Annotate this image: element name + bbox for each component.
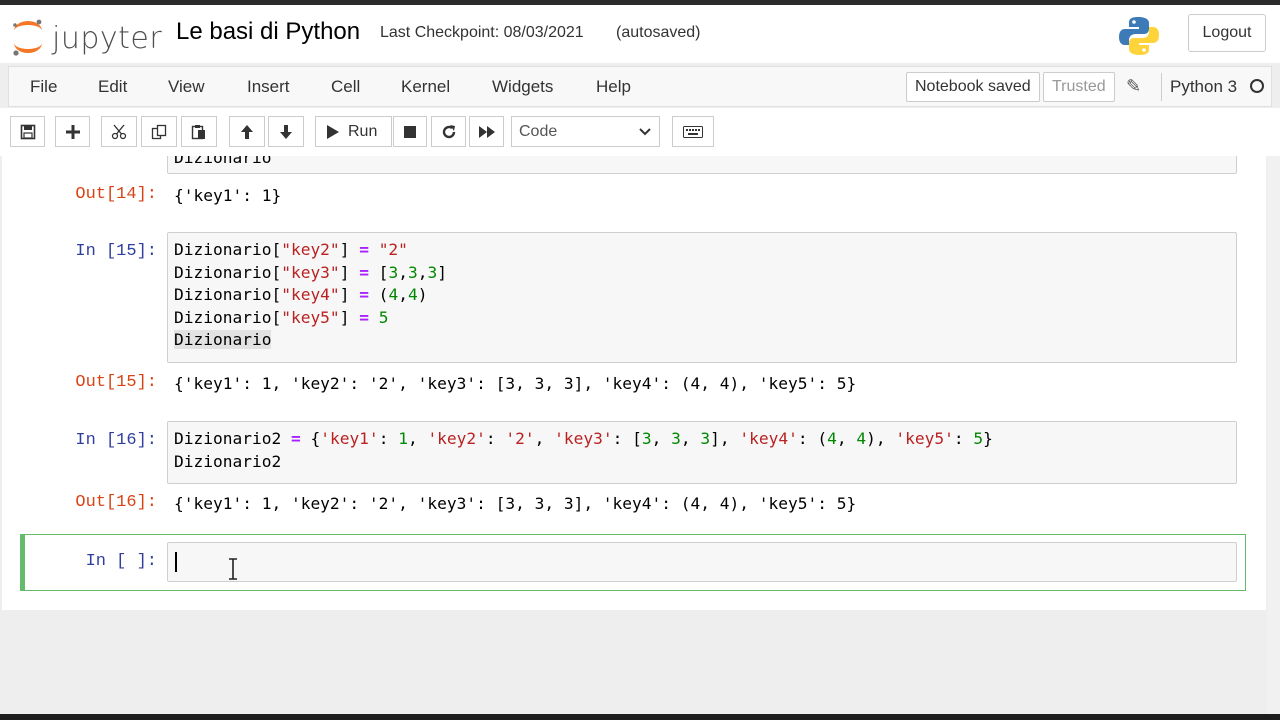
code-cell-16[interactable]: Dizionario2 = {'key1': 1, 'key2': '2', '…	[167, 421, 1237, 484]
menubar-divider	[1161, 73, 1162, 101]
cell-type-select[interactable]: Code	[511, 116, 660, 147]
copy-icon	[151, 124, 167, 139]
code-line: Dizionario["key4"] = (4,4)	[174, 285, 428, 305]
save-button[interactable]	[10, 116, 45, 147]
plus-icon	[65, 124, 80, 139]
bottom-frame-band	[0, 714, 1280, 720]
vertical-scrollbar[interactable]	[1267, 156, 1280, 714]
run-button[interactable]: Run	[315, 116, 392, 147]
code-cell-partial[interactable]: Dizionario	[167, 156, 1237, 174]
empty-code-cell[interactable]	[167, 542, 1237, 582]
chevron-down-icon	[639, 128, 651, 136]
notebook-saved-indicator: Notebook saved	[906, 72, 1040, 102]
menu-help[interactable]: Help	[596, 77, 631, 97]
cell-type-value: Code	[519, 122, 558, 140]
save-icon	[20, 124, 35, 139]
stop-icon	[404, 125, 416, 138]
notebook-page: Dizionario Out[14]: {'key1': 1} In [15]:…	[2, 156, 1266, 610]
restart-icon	[442, 124, 455, 138]
interrupt-kernel-button[interactable]	[393, 116, 427, 147]
notebook-header: jupyter Le basi di Python Last Checkpoin…	[0, 5, 1280, 63]
arrow-up-icon	[241, 124, 253, 139]
output-prompt: Out[15]:	[75, 373, 157, 392]
menu-kernel[interactable]: Kernel	[401, 77, 450, 97]
autosave-status: (autosaved)	[616, 24, 701, 41]
code-cell-15-source: Dizionario["key2"] = "2" Dizionario["key…	[174, 239, 447, 352]
code-line: Dizionario["key5"] = 5	[174, 307, 389, 327]
trusted-indicator[interactable]: Trusted	[1043, 72, 1115, 102]
code-line: Dizionario2 = {'key1': 1, 'key2': '2', '…	[174, 429, 993, 448]
ibeam-cursor-icon	[229, 558, 237, 580]
menu-view[interactable]: View	[168, 77, 205, 97]
input-prompt: In [15]:	[75, 242, 157, 261]
fast-forward-icon	[478, 125, 495, 138]
kernel-idle-indicator-icon	[1250, 79, 1264, 93]
insert-cell-button[interactable]	[55, 116, 90, 147]
menu-edit[interactable]: Edit	[98, 77, 127, 97]
code-cell-16-source: Dizionario2 = {'key1': 1, 'key2': '2', '…	[174, 428, 993, 473]
code-cell-15[interactable]: Dizionario["key2"] = "2" Dizionario["key…	[167, 232, 1237, 363]
paste-icon	[191, 124, 205, 139]
run-button-label: Run	[348, 122, 378, 140]
code-line: Dizionario	[174, 156, 272, 167]
python-logo-icon	[1118, 15, 1160, 57]
restart-kernel-button[interactable]	[431, 116, 466, 147]
paste-button[interactable]	[181, 116, 217, 147]
cell-output-16: {'key1': 1, 'key2': '2', 'key3': [3, 3, …	[174, 494, 857, 513]
cell-output-15: {'key1': 1, 'key2': '2', 'key3': [3, 3, …	[174, 374, 857, 393]
play-icon	[327, 124, 339, 139]
command-palette-button[interactable]	[672, 116, 714, 147]
menu-insert[interactable]: Insert	[247, 77, 290, 97]
logout-button[interactable]: Logout	[1188, 14, 1266, 52]
cut-icon	[111, 124, 127, 139]
last-checkpoint: Last Checkpoint: 08/03/2021	[380, 24, 584, 41]
edit-mode-pencil-icon: ✎	[1126, 76, 1142, 96]
menu-widgets[interactable]: Widgets	[492, 77, 553, 97]
output-prompt: Out[16]:	[75, 493, 157, 512]
restart-run-all-button[interactable]	[469, 116, 504, 147]
jupyter-logo-text: jupyter	[52, 21, 163, 56]
jupyter-logo[interactable]: jupyter	[10, 17, 163, 57]
move-cell-up-button[interactable]	[229, 116, 265, 147]
keyboard-icon	[683, 125, 703, 138]
code-line: Dizionario	[174, 330, 272, 350]
output-prompt: Out[14]:	[75, 185, 157, 204]
text-cursor	[175, 552, 177, 572]
code-line: Dizionario["key2"] = "2"	[174, 240, 408, 259]
input-prompt: In [ ]:	[85, 552, 157, 571]
menu-cell[interactable]: Cell	[331, 77, 360, 97]
notebook-title[interactable]: Le basi di Python	[176, 18, 360, 46]
menubar: File Edit View Insert Cell Kernel Widget…	[8, 66, 1272, 107]
move-cell-down-button[interactable]	[268, 116, 304, 147]
notebook-container[interactable]: Dizionario Out[14]: {'key1': 1} In [15]:…	[0, 156, 1280, 714]
menu-file[interactable]: File	[30, 77, 57, 97]
input-prompt: In [16]:	[75, 431, 157, 450]
code-line: Dizionario2	[174, 451, 282, 471]
jupyter-logo-icon	[13, 19, 42, 56]
copy-button[interactable]	[141, 116, 177, 147]
code-line: Dizionario["key3"] = [3,3,3]	[174, 262, 447, 282]
arrow-down-icon	[280, 124, 292, 139]
kernel-name[interactable]: Python 3	[1170, 77, 1237, 97]
cell-output-14: {'key1': 1}	[174, 186, 282, 205]
cut-button[interactable]	[101, 116, 137, 147]
